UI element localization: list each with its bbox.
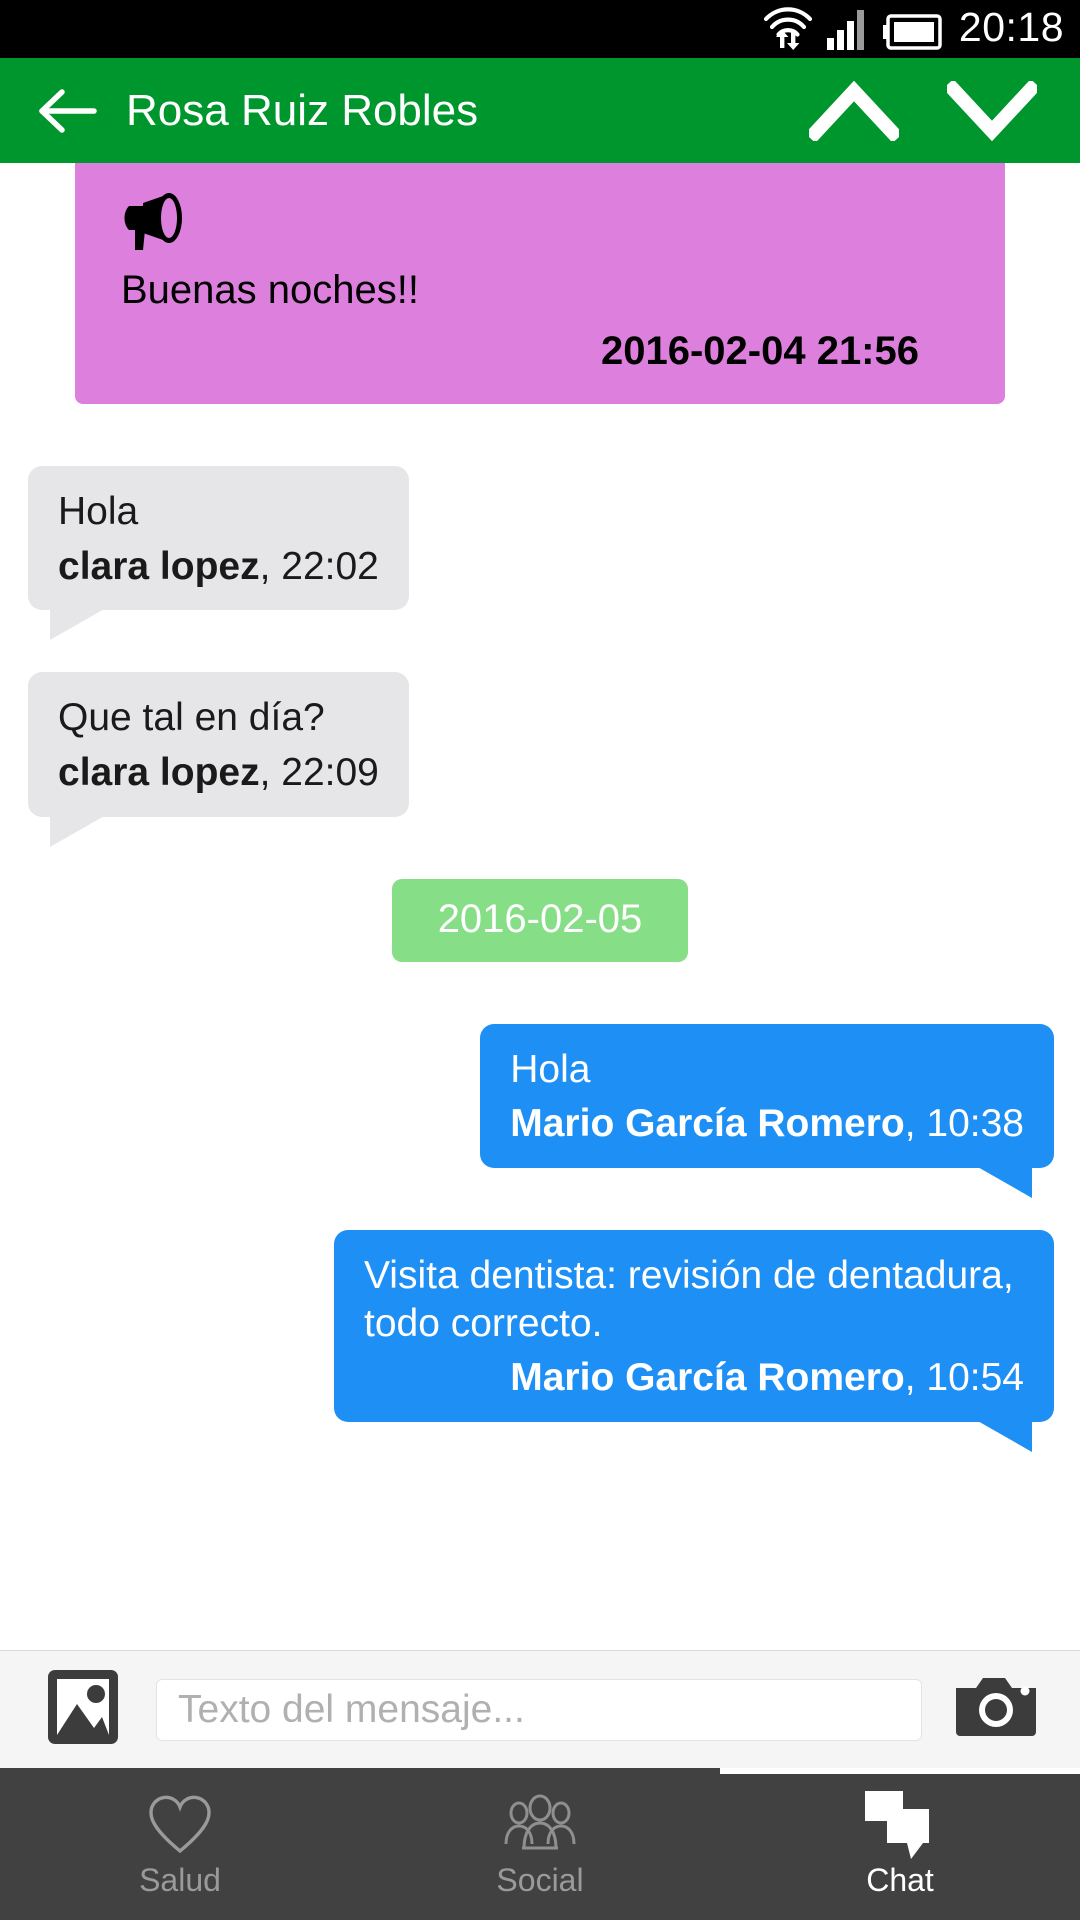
chat-bubbles-icon [861,1791,939,1859]
back-button[interactable] [28,72,106,150]
nav-item-social[interactable]: Social [360,1768,720,1920]
message-sender: Mario García Romero [510,1356,905,1400]
message-time: , 10:54 [904,1356,1024,1400]
message-time: , 10:38 [904,1102,1024,1146]
app-header: Rosa Ruiz Robles [0,58,1080,163]
message-text: Hola [58,490,139,533]
announcement-text: Buenas noches!! [121,268,419,312]
message-text: Que tal en día? [58,696,325,740]
nav-label-social: Social [496,1862,584,1898]
chevron-down-icon[interactable] [946,80,1038,142]
nav-label-chat: Chat [866,1862,934,1898]
message-text: Hola [510,1047,591,1091]
message-composer: Texto del mensaje... [0,1650,1080,1768]
heart-icon [147,1792,213,1858]
camera-icon[interactable] [956,1674,1036,1745]
message-input[interactable]: Texto del mensaje... [156,1678,922,1741]
message-row: Hola clara lopez, 22:02 [0,466,1080,641]
message-row: Hola Mario García Romero, 10:38 [0,1023,1080,1199]
message-thread[interactable]: Buenas noches!! 2016-02-04 21:56 Hola cl… [0,163,1080,1650]
people-icon [500,1792,580,1858]
announcement-bubble[interactable]: Buenas noches!! 2016-02-04 21:56 [75,163,1005,404]
date-divider: 2016-02-05 [391,878,689,962]
megaphone-icon [121,189,959,253]
bottom-navigation: Salud Social Chat [0,1768,1080,1920]
message-sender: clara lopez [58,750,260,794]
message-row: Que tal en día? clara lopez, 22:09 [0,672,1080,848]
message-meta: clara lopez, 22:02 [58,544,379,591]
message-meta: Mario García Romero, 10:54 [364,1355,1024,1402]
announcement-timestamp: 2016-02-04 21:56 [600,329,919,373]
message-meta: clara lopez, 22:09 [58,750,379,797]
signal-icon [826,8,871,55]
message-bubble-incoming[interactable]: Que tal en día? clara lopez, 22:09 [28,672,409,848]
phone-screen: 20:18 Rosa Ruiz Robles Buenas noches!! 2… [0,0,1080,1920]
message-row: Visita dentista: revisión de dentadura, … [0,1230,1080,1453]
battery-icon [882,13,945,55]
message-meta: Mario García Romero, 10:38 [510,1101,1024,1148]
message-time: , 22:02 [259,544,379,588]
status-icons [761,4,945,55]
status-clock: 20:18 [958,4,1064,50]
message-nav-arrows [808,80,1052,142]
message-sender: clara lopez [58,544,260,588]
image-icon[interactable] [44,1668,122,1751]
message-text: Visita dentista: revisión de dentadura, … [364,1254,1014,1345]
date-divider-row: 2016-02-05 [0,878,1080,962]
page-title: Rosa Ruiz Robles [126,85,479,135]
message-bubble-incoming[interactable]: Hola clara lopez, 22:02 [28,466,409,641]
nav-label-salud: Salud [139,1862,221,1898]
nav-item-salud[interactable]: Salud [0,1768,360,1920]
wifi-icon [761,4,815,55]
message-bubble-outgoing[interactable]: Visita dentista: revisión de dentadura, … [334,1230,1054,1453]
chevron-up-icon[interactable] [808,80,900,142]
status-bar: 20:18 [0,0,1080,58]
message-bubble-outgoing[interactable]: Hola Mario García Romero, 10:38 [480,1023,1054,1199]
message-time: , 22:09 [259,750,379,794]
message-sender: Mario García Romero [510,1102,905,1146]
nav-item-chat[interactable]: Chat [720,1768,1080,1920]
message-input-placeholder: Texto del mensaje... [178,1687,525,1731]
